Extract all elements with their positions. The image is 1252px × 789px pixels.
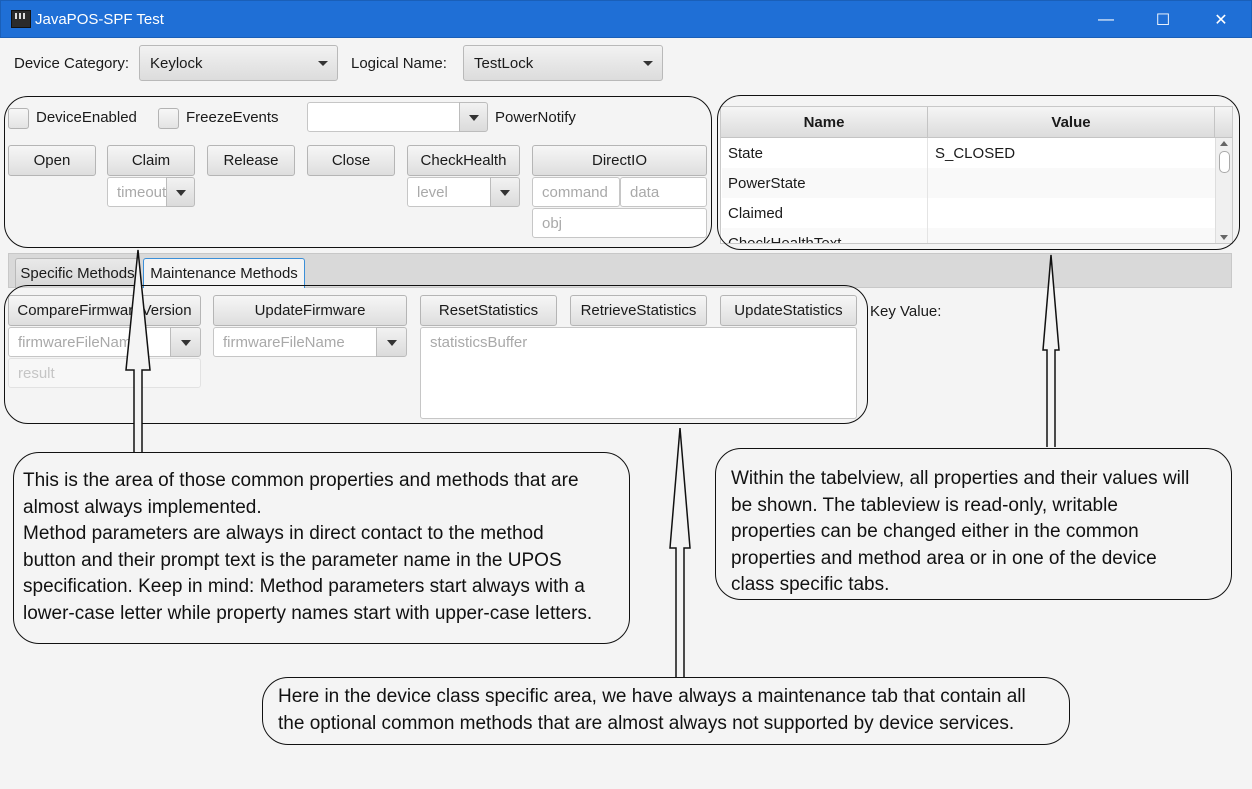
callout-line: properties and method area or in one of … [731, 547, 1157, 569]
callout-common-area: This is the area of those common propert… [13, 452, 630, 644]
close-window-button[interactable]: ✕ [1192, 1, 1250, 39]
callout-tableview: Within the tabelview, all properties and… [715, 448, 1232, 600]
app-icon [11, 10, 31, 28]
callout-line: Within the tabelview, all properties and… [731, 468, 1190, 489]
arrow-to-device-class-area [669, 427, 691, 678]
logical-name-select[interactable]: TestLock [463, 45, 663, 81]
minimize-button[interactable]: — [1077, 1, 1135, 39]
callout-line: This is the area of those common propert… [23, 470, 579, 491]
callout-line: button and their prompt text is the para… [23, 549, 562, 571]
callout-line: specification. Keep in mind: Method para… [23, 576, 585, 597]
common-area-frame [4, 96, 712, 248]
callout-line: lower-case letter while property names s… [23, 602, 593, 624]
maximize-button[interactable]: ☐ [1134, 1, 1192, 39]
callout-line: Here in the device class specific area, … [278, 686, 1026, 707]
callout-line: the optional common methods that are alm… [278, 712, 1015, 734]
logical-name-label: Logical Name: [351, 55, 447, 72]
logical-name-value: TestLock [474, 54, 534, 72]
callout-line: properties can be changed either in the … [731, 521, 1139, 542]
chevron-down-icon [643, 61, 653, 66]
table-frame [717, 95, 1240, 250]
chevron-down-icon [318, 61, 328, 66]
callout-line: Method parameters are always in direct c… [23, 523, 544, 544]
title-bar: JavaPOS-SPF Test — ☐ ✕ [0, 0, 1252, 38]
tab-maintenance-methods[interactable]: Maintenance Methods [143, 258, 305, 288]
device-category-value: Keylock [150, 54, 203, 72]
device-category-label: Device Category: [14, 55, 130, 72]
device-category-select[interactable]: Keylock [139, 45, 338, 81]
key-value-label: Key Value: [870, 303, 942, 320]
device-class-area-frame [4, 285, 868, 424]
tab-specific-methods[interactable]: Specific Methods [15, 258, 140, 288]
callout-device-class-area: Here in the device class specific area, … [262, 677, 1070, 745]
callout-line: class specific tabs. [731, 574, 890, 595]
callout-line: be shown. The tableview is read-only, wr… [731, 494, 1118, 516]
callout-line: almost always implemented. [23, 496, 262, 518]
window-title: JavaPOS-SPF Test [35, 11, 164, 28]
